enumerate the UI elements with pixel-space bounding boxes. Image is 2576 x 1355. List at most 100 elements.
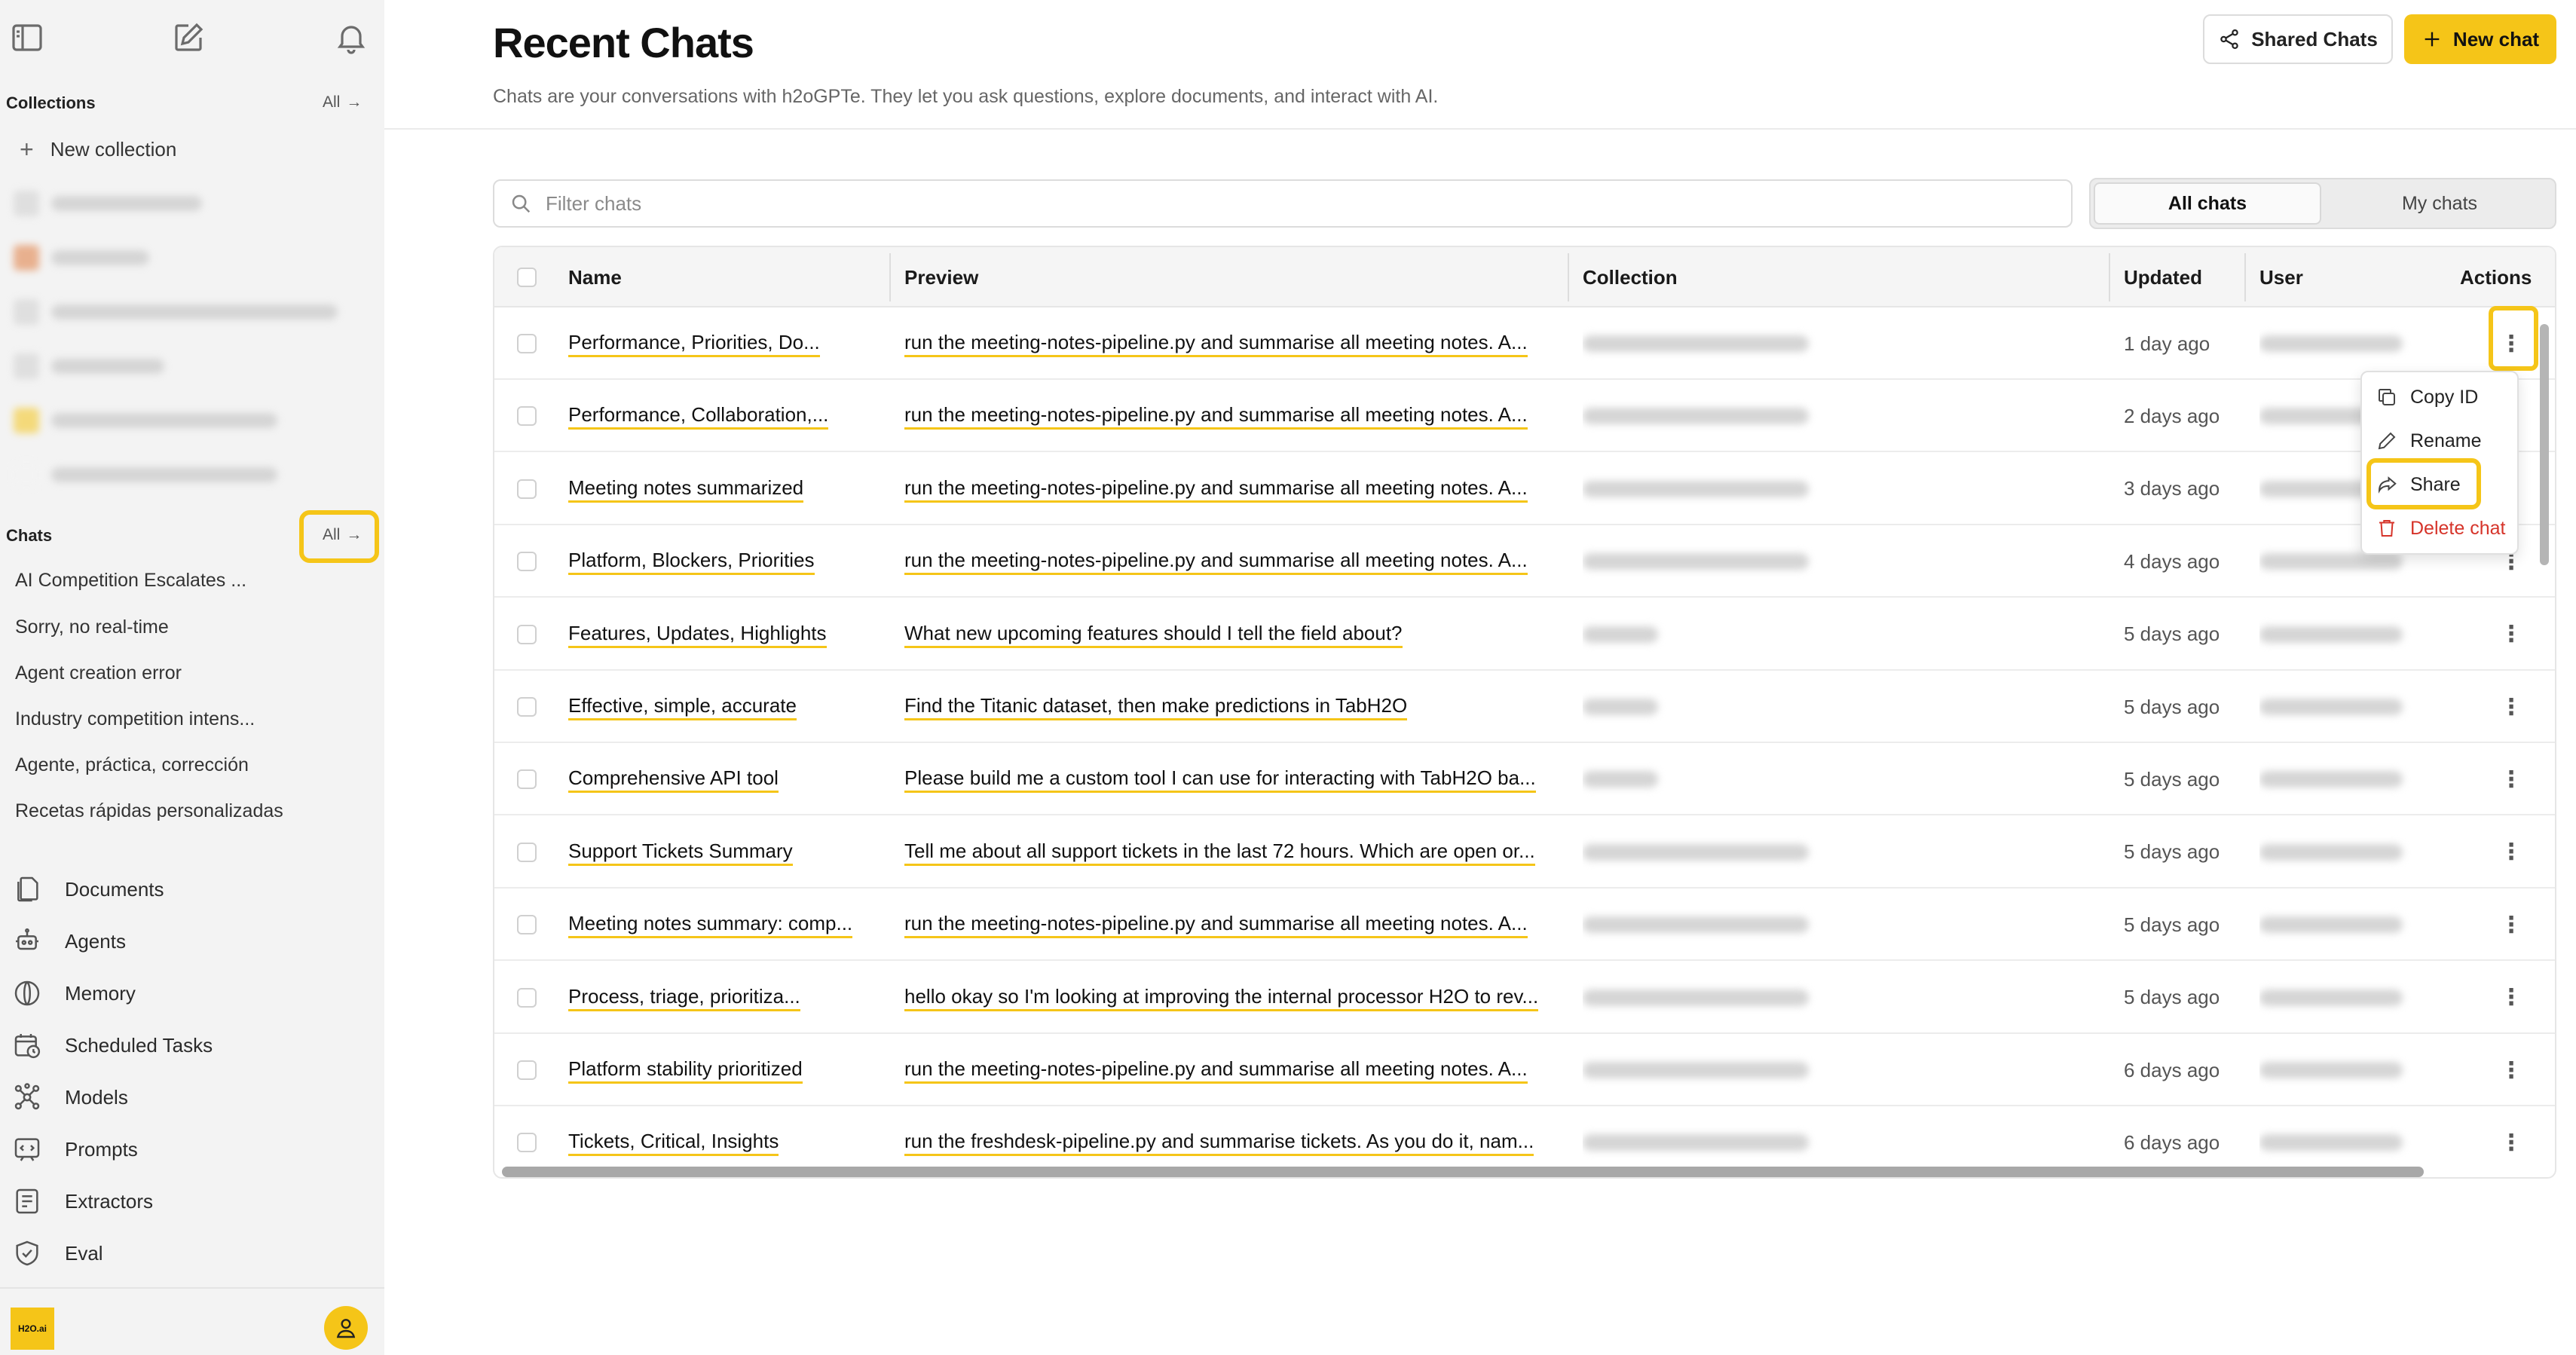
row-preview-cell[interactable]: run the meeting-notes-pipeline.py and su… (904, 307, 1560, 380)
column-header-user[interactable]: User (2259, 247, 2303, 307)
row-preview-cell[interactable]: Find the Titanic dataset, then make pred… (904, 671, 1560, 743)
chat-preview-link[interactable]: What new upcoming features should I tell… (904, 621, 1403, 648)
more-vertical-icon[interactable]: ⋮ (2496, 619, 2526, 650)
chat-name-link[interactable]: Performance, Collaboration,... (568, 402, 829, 430)
collection-item[interactable] (14, 297, 338, 327)
shared-chats-button[interactable]: Shared Chats (2203, 14, 2393, 64)
row-checkbox[interactable] (517, 842, 537, 862)
sidebar-chat-item[interactable]: AI Competition Escalates ... (15, 570, 246, 592)
chat-preview-link[interactable]: run the meeting-notes-pipeline.py and su… (904, 330, 1528, 357)
row-name-cell[interactable]: Process, triage, prioritiza... (568, 962, 885, 1034)
row-preview-cell[interactable]: run the meeting-notes-pipeline.py and su… (904, 525, 1560, 598)
h2o-logo[interactable]: H2O.ai (11, 1308, 54, 1350)
new-chat-button[interactable]: New chat (2404, 14, 2556, 64)
collection-item[interactable] (14, 188, 202, 219)
row-name-cell[interactable]: Features, Updates, Highlights (568, 598, 885, 671)
chat-name-link[interactable]: Support Tickets Summary (568, 839, 793, 866)
chat-preview-link[interactable]: Find the Titanic dataset, then make pred… (904, 693, 1408, 720)
chat-name-link[interactable]: Effective, simple, accurate (568, 693, 797, 720)
collection-item[interactable] (14, 405, 277, 436)
bell-icon[interactable] (333, 20, 369, 56)
row-checkbox[interactable] (517, 624, 537, 644)
filter-chats-field[interactable] (493, 179, 2073, 228)
row-name-cell[interactable]: Support Tickets Summary (568, 816, 885, 889)
sidebar-chat-item[interactable]: Industry competition intens... (15, 708, 255, 730)
table-row[interactable]: Performance, Priorities, Do... run the me… (494, 307, 2555, 380)
sidebar-chat-item[interactable]: Recetas rápidas personalizadas (15, 800, 283, 822)
sidebar-item-scheduled-tasks[interactable]: Scheduled Tasks (12, 1030, 213, 1060)
row-preview-cell[interactable]: hello okay so I'm looking at improving t… (904, 962, 1560, 1034)
more-vertical-icon[interactable]: ⋮ (2496, 692, 2526, 722)
more-vertical-icon[interactable]: ⋮ (2496, 764, 2526, 794)
column-header-preview[interactable]: Preview (904, 247, 978, 307)
chat-preview-link[interactable]: run the meeting-notes-pipeline.py and su… (904, 548, 1528, 576)
sidebar-toggle-icon[interactable] (9, 20, 45, 56)
chat-name-link[interactable]: Platform stability prioritized (568, 1057, 803, 1084)
filter-chats-input[interactable] (546, 191, 1978, 216)
new-collection-button[interactable]: + New collection (20, 136, 176, 164)
chat-preview-link[interactable]: run the meeting-notes-pipeline.py and su… (904, 1057, 1528, 1084)
new-chat-compose-icon[interactable] (170, 20, 207, 56)
sidebar-item-agents[interactable]: Agents (12, 926, 126, 956)
sidebar-item-extractors[interactable]: Extractors (12, 1186, 153, 1216)
chat-preview-link[interactable]: run the meeting-notes-pipeline.py and su… (904, 402, 1528, 430)
chat-preview-link[interactable]: Tell me about all support tickets in the… (904, 839, 1535, 866)
more-vertical-icon[interactable]: ⋮ (2496, 910, 2526, 940)
table-row[interactable]: Effective, simple, accurate Find the Tita… (494, 671, 2555, 743)
chat-preview-link[interactable]: run the meeting-notes-pipeline.py and su… (904, 911, 1528, 939)
chat-preview-link[interactable]: run the meeting-notes-pipeline.py and su… (904, 476, 1528, 503)
row-preview-cell[interactable]: run the meeting-notes-pipeline.py and su… (904, 1034, 1560, 1106)
column-divider[interactable] (1568, 253, 1569, 301)
chat-name-link[interactable]: Tickets, Critical, Insights (568, 1129, 779, 1157)
collection-item[interactable] (14, 460, 277, 490)
row-preview-cell[interactable]: run the meeting-notes-pipeline.py and su… (904, 453, 1560, 525)
sidebar-item-models[interactable]: Models (12, 1082, 128, 1112)
tab-my-chats[interactable]: My chats (2324, 182, 2555, 225)
row-name-cell[interactable]: Platform stability prioritized (568, 1034, 885, 1106)
sidebar-chat-item[interactable]: Agent creation error (15, 662, 182, 684)
table-row[interactable]: Comprehensive API tool Please build me a … (494, 743, 2555, 816)
more-vertical-icon[interactable]: ⋮ (2496, 837, 2526, 867)
row-checkbox[interactable] (517, 769, 537, 790)
sidebar-item-prompts[interactable]: Prompts (12, 1134, 138, 1164)
row-name-cell[interactable]: Meeting notes summary: comp... (568, 889, 885, 961)
row-checkbox[interactable] (517, 1060, 537, 1080)
chat-name-link[interactable]: Platform, Blockers, Priorities (568, 548, 815, 576)
chat-name-link[interactable]: Performance, Priorities, Do... (568, 330, 820, 357)
more-vertical-icon[interactable]: ⋮ (2496, 1127, 2526, 1158)
column-divider[interactable] (889, 253, 891, 301)
row-name-cell[interactable]: Comprehensive API tool (568, 743, 885, 815)
row-name-cell[interactable]: Effective, simple, accurate (568, 671, 885, 743)
collection-item[interactable] (14, 351, 164, 381)
chat-preview-link[interactable]: run the freshdesk-pipeline.py and summar… (904, 1129, 1534, 1157)
row-checkbox[interactable] (517, 1133, 537, 1153)
chat-preview-link[interactable]: hello okay so I'm looking at improving t… (904, 984, 1539, 1011)
sidebar-chat-item[interactable]: Agente, práctica, corrección (15, 754, 249, 776)
sidebar-item-memory[interactable]: Memory (12, 978, 136, 1008)
chat-name-link[interactable]: Meeting notes summary: comp... (568, 911, 853, 939)
column-header-updated[interactable]: Updated (2124, 247, 2202, 307)
more-vertical-icon[interactable]: ⋮ (2496, 983, 2526, 1013)
sidebar-item-documents[interactable]: Documents (12, 874, 164, 904)
menu-item-copy-id[interactable]: Copy ID (2376, 386, 2478, 408)
avatar[interactable] (324, 1306, 368, 1350)
chat-preview-link[interactable]: Please build me a custom tool I can use … (904, 766, 1536, 794)
row-name-cell[interactable]: Meeting notes summarized (568, 453, 885, 525)
row-preview-cell[interactable]: Please build me a custom tool I can use … (904, 743, 1560, 815)
row-preview-cell[interactable]: run the meeting-notes-pipeline.py and su… (904, 380, 1560, 452)
select-all-checkbox[interactable] (517, 268, 537, 287)
collection-item[interactable] (14, 243, 149, 273)
chat-name-link[interactable]: Comprehensive API tool (568, 766, 779, 794)
row-checkbox[interactable] (517, 697, 537, 717)
row-name-cell[interactable]: Performance, Collaboration,... (568, 380, 885, 452)
chat-name-link[interactable]: Process, triage, prioritiza... (568, 984, 800, 1011)
table-row[interactable]: Meeting notes summarized run the meeting-… (494, 453, 2555, 525)
column-header-collection[interactable]: Collection (1583, 247, 1678, 307)
menu-item-rename[interactable]: Rename (2376, 430, 2482, 452)
row-checkbox[interactable] (517, 915, 537, 935)
row-name-cell[interactable]: Performance, Priorities, Do... (568, 307, 885, 380)
table-row[interactable]: Support Tickets Summary Tell me about all… (494, 816, 2555, 889)
table-row[interactable]: Platform stability prioritized run the me… (494, 1034, 2555, 1106)
row-preview-cell[interactable]: Tell me about all support tickets in the… (904, 816, 1560, 889)
table-row[interactable]: Process, triage, prioritiza... hello okay… (494, 962, 2555, 1034)
